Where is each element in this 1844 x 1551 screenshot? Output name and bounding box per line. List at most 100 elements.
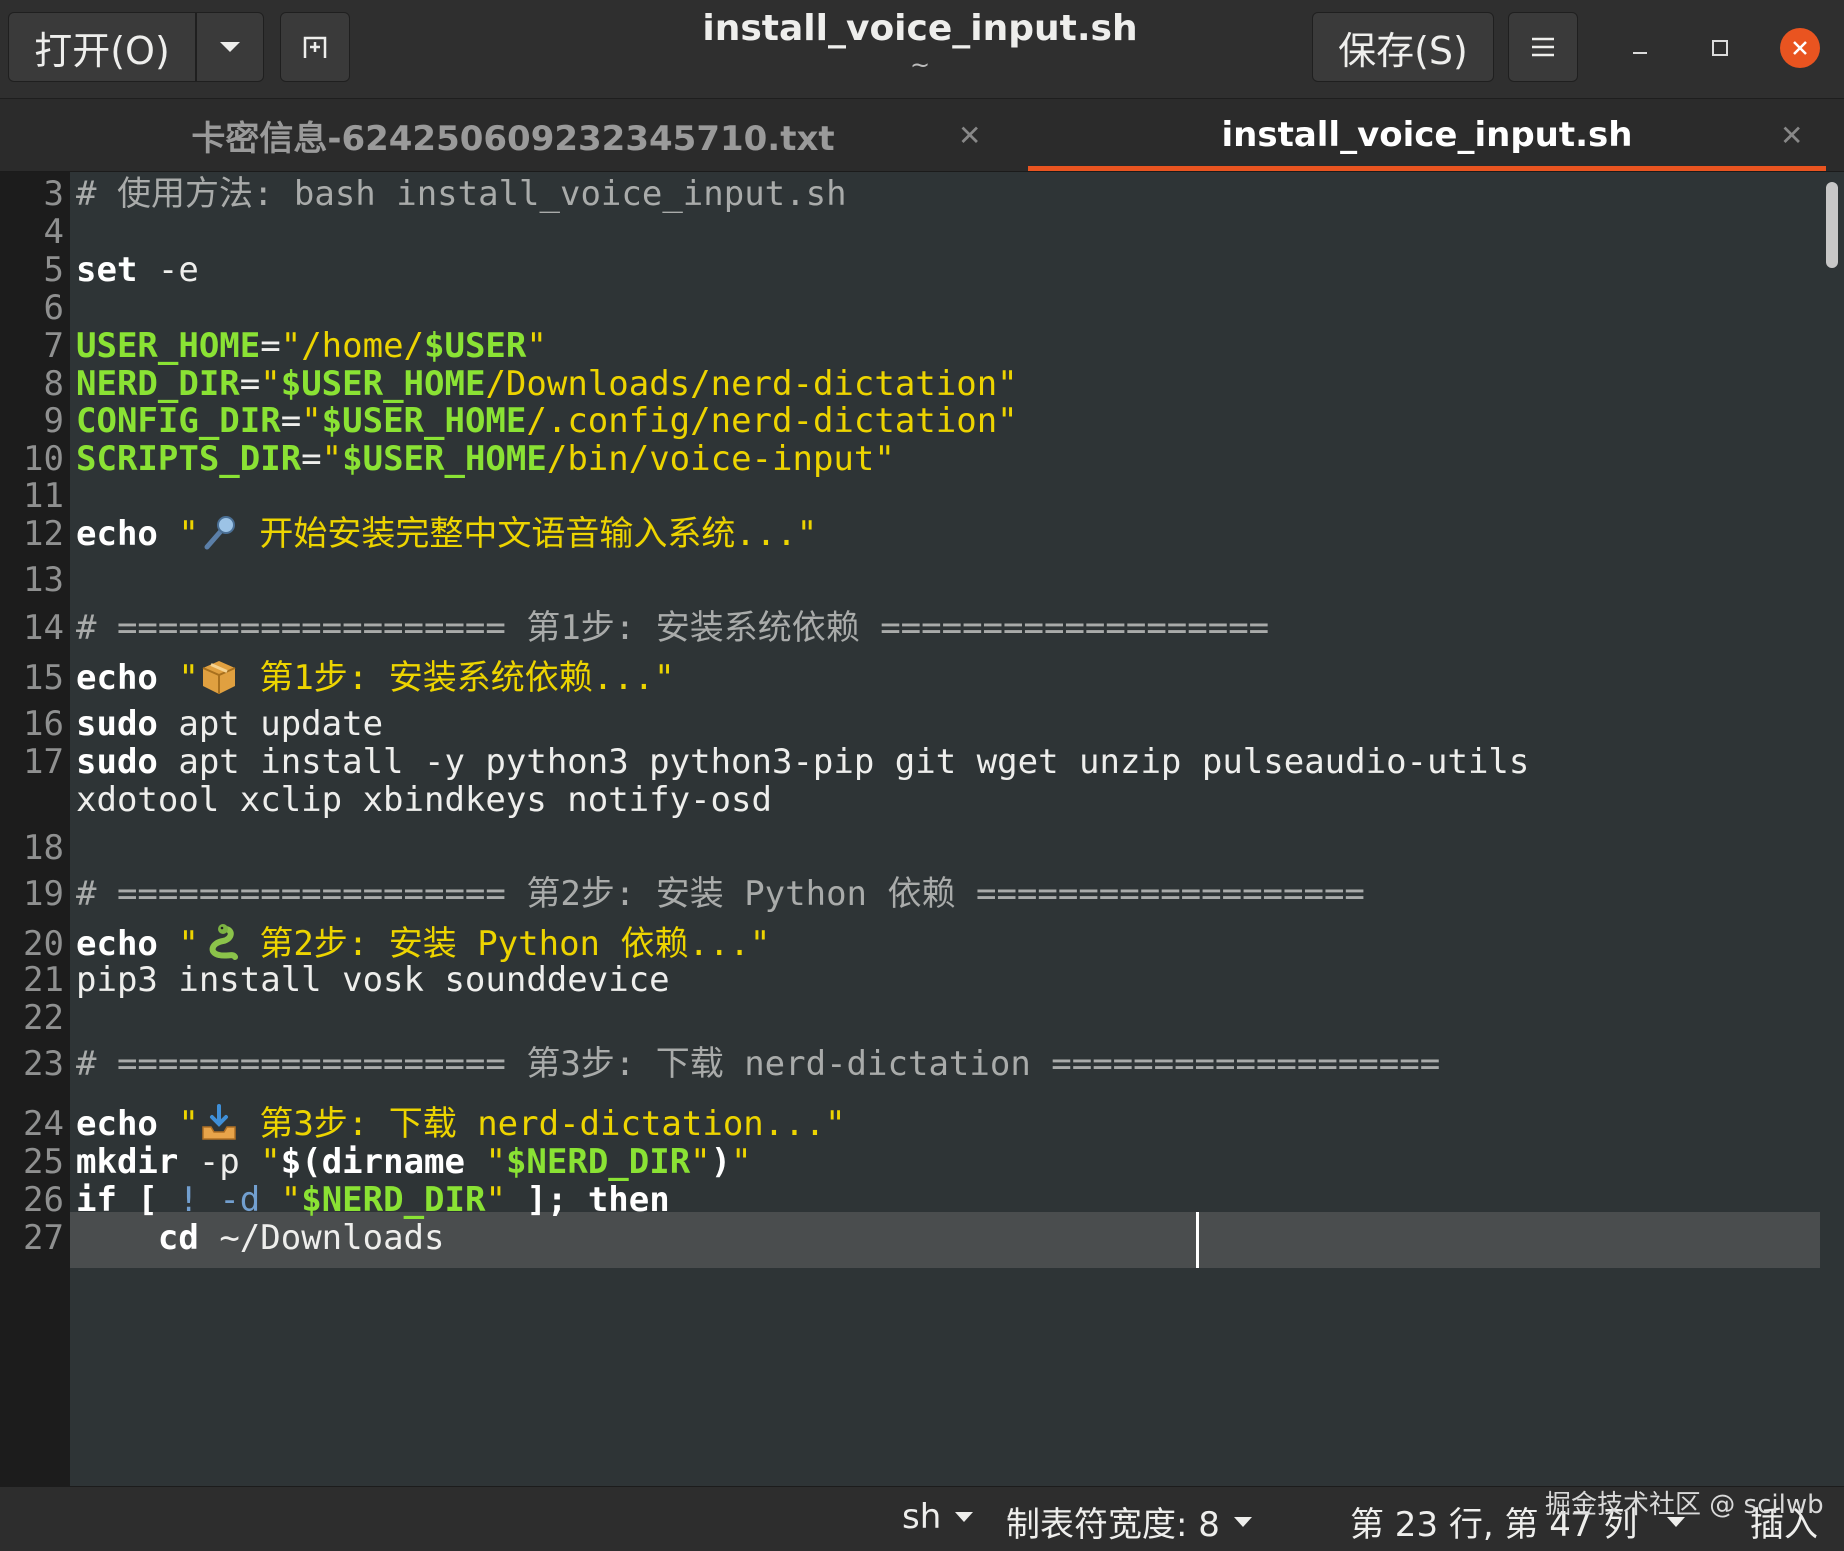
package-icon bbox=[199, 658, 239, 698]
line-text: echo " 第1步: 安装系统依赖..." bbox=[76, 656, 675, 700]
maximize-icon bbox=[1712, 40, 1728, 56]
code-token: $USER_HOME bbox=[342, 439, 547, 479]
chevron-down-icon bbox=[955, 1512, 974, 1522]
tab-width-selector[interactable]: 制表符宽度: 8 bbox=[1006, 1497, 1252, 1546]
tab-card-info[interactable]: 卡密信息-624250609232345710.txt ✕ bbox=[0, 99, 1026, 171]
tab-label: 卡密信息-624250609232345710.txt bbox=[191, 118, 835, 159]
minimize-button[interactable] bbox=[1620, 28, 1660, 68]
line-text: # =================== 第1步: 安装系统依赖 ======… bbox=[76, 606, 1269, 650]
code-token: 开始安装完整中文语音输入系统..." bbox=[238, 514, 818, 554]
code-token: # =================== 第3步: 下载 nerd-dicta… bbox=[76, 1044, 1441, 1084]
code-token: echo bbox=[76, 514, 158, 554]
new-tab-icon bbox=[303, 36, 327, 58]
line-text: SCRIPTS_DIR="$USER_HOME/bin/voice-input" bbox=[76, 437, 895, 481]
code-token: " bbox=[157, 1104, 199, 1144]
code-token: # =================== 第1步: 安装系统依赖 ======… bbox=[76, 608, 1270, 648]
inbox-tray-icon bbox=[199, 1104, 239, 1144]
code-token: " bbox=[260, 1142, 281, 1182]
line-number: 17 bbox=[23, 742, 64, 782]
code-token: $( bbox=[280, 1142, 322, 1182]
code-token: # =================== 第2步: 安装 Python 依赖 … bbox=[76, 874, 1365, 914]
tab-label: install_voice_input.sh bbox=[1221, 115, 1633, 155]
code-token: ) bbox=[710, 1142, 732, 1182]
code-token: apt install -y python3 python3-pip git w… bbox=[157, 742, 1530, 782]
chevron-down-icon bbox=[220, 42, 240, 52]
line-number: 18 bbox=[23, 828, 64, 868]
code-token: $NERD_DIR bbox=[505, 1142, 691, 1182]
code-token: " bbox=[260, 364, 281, 404]
code-token: " bbox=[157, 514, 199, 554]
code-token: /bin/voice-input" bbox=[546, 439, 895, 479]
code-token: " bbox=[485, 1180, 506, 1220]
line-text: echo " 开始安装完整中文语音输入系统..." bbox=[76, 512, 817, 556]
code-editor[interactable]: 3 # 使用方法: bash install_voice_input.sh 4 5 se… bbox=[0, 172, 1844, 1486]
window-subtitle: ~ bbox=[909, 51, 931, 79]
tab-install-voice-input[interactable]: install_voice_input.sh ✕ bbox=[1028, 99, 1826, 171]
tab-width-label: 制表符宽度: 8 bbox=[1006, 1505, 1220, 1545]
code-token: apt update bbox=[157, 704, 384, 744]
line-text: pip3 install vosk sounddevice bbox=[76, 958, 670, 1002]
code-token: $USER_HOME bbox=[280, 364, 486, 404]
line-text: set -e bbox=[76, 248, 199, 292]
code-token: CONFIG_DIR bbox=[76, 401, 281, 441]
line-number: 27 bbox=[23, 1218, 64, 1258]
line-number: 13 bbox=[23, 560, 64, 600]
tab-bar: 卡密信息-624250609232345710.txt ✕ install_vo… bbox=[0, 99, 1844, 172]
hamburger-icon bbox=[1532, 37, 1554, 57]
code-token: $NERD_DIR bbox=[301, 1180, 486, 1220]
code-token: # 使用方法: bash install_voice_input.sh bbox=[76, 174, 847, 214]
line-text: # =================== 第3步: 下载 nerd-dicta… bbox=[76, 1042, 1440, 1086]
code-token: ]; then bbox=[505, 1180, 670, 1220]
open-dropdown-button[interactable] bbox=[196, 12, 264, 82]
code-token: 第3步: 下载 nerd-dictation..." bbox=[238, 1104, 846, 1144]
code-token: " bbox=[280, 1180, 302, 1220]
line-number: 19 bbox=[23, 874, 64, 914]
code-token: NERD_DIR bbox=[76, 364, 240, 404]
code-token: if bbox=[76, 1180, 117, 1220]
code-token: sudo bbox=[76, 742, 158, 782]
code-token: " bbox=[526, 326, 547, 366]
line-text: # 使用方法: bash install_voice_input.sh bbox=[76, 172, 847, 216]
maximize-button[interactable] bbox=[1700, 28, 1740, 68]
code-token: = bbox=[260, 326, 281, 366]
hamburger-menu-button[interactable] bbox=[1508, 12, 1578, 82]
open-button[interactable]: 打开(O) bbox=[8, 12, 196, 82]
line-text: cd ~/Downloads bbox=[76, 1216, 445, 1260]
code-token: echo bbox=[76, 1104, 158, 1144]
watermark: 掘金技术社区 @ scilwb bbox=[1545, 1490, 1824, 1520]
code-token: /Downloads/nerd-dictation" bbox=[485, 364, 1018, 404]
code-token: 第1步: 安装系统依赖..." bbox=[238, 658, 675, 698]
save-button[interactable]: 保存(S) bbox=[1312, 12, 1494, 82]
close-window-button[interactable] bbox=[1780, 28, 1820, 68]
window-title-area: install_voice_input.sh ~ bbox=[600, 6, 1240, 78]
line-text: # =================== 第2步: 安装 Python 依赖 … bbox=[76, 872, 1365, 916]
line-number: 12 bbox=[23, 514, 64, 554]
code-token: ~/Downloads bbox=[198, 1218, 445, 1258]
line-text: xdotool xclip xbindkeys notify-osd bbox=[76, 780, 772, 820]
code-token: SCRIPTS_DIR bbox=[76, 439, 302, 479]
code-token: " bbox=[301, 401, 322, 441]
code-token: = bbox=[239, 364, 261, 404]
language-selector[interactable]: sh bbox=[902, 1497, 974, 1537]
code-token: " bbox=[464, 1142, 506, 1182]
minimize-icon bbox=[1633, 52, 1647, 54]
code-token: cd bbox=[157, 1218, 199, 1258]
code-token: dirname bbox=[321, 1142, 465, 1182]
code-token: = bbox=[301, 439, 322, 479]
code-token: " bbox=[731, 1142, 752, 1182]
code-token: [ bbox=[116, 1180, 158, 1220]
line-number: 22 bbox=[23, 998, 64, 1038]
code-token: " bbox=[321, 439, 343, 479]
close-icon bbox=[1793, 41, 1807, 55]
text-cursor bbox=[1196, 1212, 1199, 1268]
code-token: pip3 install vosk sounddevice bbox=[76, 960, 670, 1000]
vertical-scrollbar[interactable] bbox=[1826, 182, 1838, 268]
tab-close-icon[interactable]: ✕ bbox=[958, 119, 981, 152]
line-number: 15 bbox=[23, 658, 64, 698]
code-token: USER_HOME bbox=[76, 326, 261, 366]
tab-close-icon[interactable]: ✕ bbox=[1780, 119, 1803, 152]
code-token: -e bbox=[137, 250, 199, 290]
microphone-icon bbox=[199, 514, 239, 554]
new-tab-button[interactable] bbox=[280, 12, 350, 82]
